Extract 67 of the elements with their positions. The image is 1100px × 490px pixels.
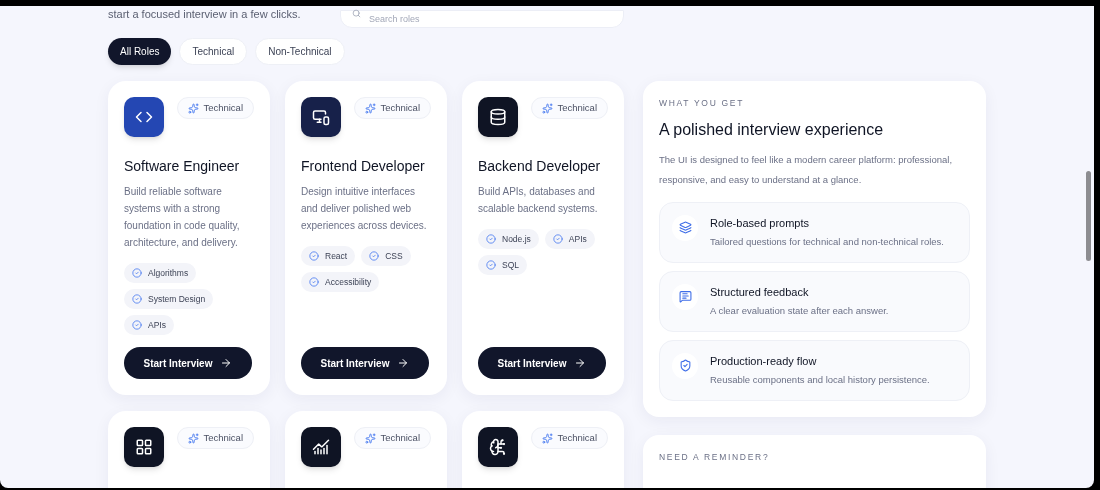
brain-icon [489, 438, 507, 456]
check-circle-icon [132, 320, 142, 330]
panel-eyebrow: WHAT YOU GET [659, 97, 746, 110]
skill-tag: SQL [478, 255, 527, 275]
role-title: Backend Developer [478, 157, 602, 175]
search-field[interactable]: Search roles [340, 10, 624, 28]
start-interview-button[interactable]: Start Interview [124, 347, 252, 379]
feature-text: Tailored questions for technical and non-technical roles. [710, 235, 944, 250]
feature-title: Role-based prompts [710, 215, 811, 231]
role-description: Build APIs, databases and scalable backend systems. [478, 185, 599, 216]
check-circle-icon [132, 294, 142, 304]
check-circle-icon [369, 251, 380, 261]
shield-check-icon [678, 359, 692, 373]
feature-title: Production-ready flow [710, 353, 818, 369]
check-circle-icon [309, 251, 319, 261]
sparkles-icon [542, 102, 554, 114]
category-badge: Technical [354, 427, 431, 449]
skill-tag: System Design [124, 289, 214, 309]
grid-icon [135, 438, 153, 456]
page-subtitle: start a focused interview in a few clicks. [108, 6, 302, 22]
skill-tag: APIs [544, 229, 595, 249]
filter-tab[interactable]: Non-Technical [255, 38, 345, 65]
skill-tag: React [301, 246, 356, 266]
arrow-right-icon [574, 357, 587, 369]
role-description: Build reliable software systems with a strong foundation in code quality, architecture, and delivery. [124, 185, 241, 250]
category-badge: Technical [531, 97, 608, 119]
check-circle-icon [132, 268, 142, 278]
layers-icon [678, 221, 692, 235]
skill-tag: Algorithms [124, 263, 197, 283]
category-badge: Technical [531, 427, 608, 449]
filter-tab[interactable]: Technical [179, 38, 248, 65]
check-circle-icon [486, 260, 496, 270]
category-badge: Technical [354, 97, 431, 119]
sparkles-icon [188, 432, 200, 444]
skill-tag: APIs [124, 315, 174, 335]
role-description: Design intuitive interfaces and deliver polished web experiences across devices. [301, 185, 428, 233]
reminder-eyebrow: NEED A REMINDER? [659, 450, 771, 464]
sparkles-icon [188, 102, 200, 114]
start-interview-button[interactable]: Start Interview [478, 347, 606, 379]
bar-chart-icon [312, 438, 330, 456]
devices-icon [312, 108, 330, 126]
category-badge: Technical [177, 427, 254, 449]
sparkles-icon [365, 102, 377, 114]
check-circle-icon [486, 234, 496, 244]
feature-title: Structured feedback [710, 284, 810, 300]
arrow-right-icon [397, 357, 410, 369]
arrow-right-icon [220, 357, 233, 369]
check-circle-icon [552, 234, 563, 244]
filter-tab[interactable]: All Roles [108, 38, 172, 65]
database-icon [489, 108, 507, 126]
role-title: Frontend Developer [301, 157, 426, 175]
start-interview-button[interactable]: Start Interview [301, 347, 429, 379]
skill-tag: Accessibility [301, 272, 380, 292]
category-badge: Technical [177, 97, 254, 119]
feature-text: Reusable components and local history persistence. [710, 373, 930, 388]
skill-tag: Node.js [478, 229, 539, 249]
check-circle-icon [309, 277, 319, 287]
sparkles-icon [365, 432, 377, 444]
role-title: Software Engineer [124, 157, 241, 175]
sparkles-icon [542, 432, 554, 444]
panel-title: A polished interview experience [659, 119, 885, 140]
skill-tag: CSS [361, 246, 411, 266]
scrollbar-thumb[interactable] [1086, 171, 1091, 261]
search-icon [352, 9, 361, 18]
message-icon [678, 290, 692, 304]
feature-text: A clear evaluation state after each answer. [710, 304, 889, 319]
panel-description: The UI is designed to feel like a modern career platform: professional, responsive, and easy to understand at a glance. [659, 152, 954, 187]
